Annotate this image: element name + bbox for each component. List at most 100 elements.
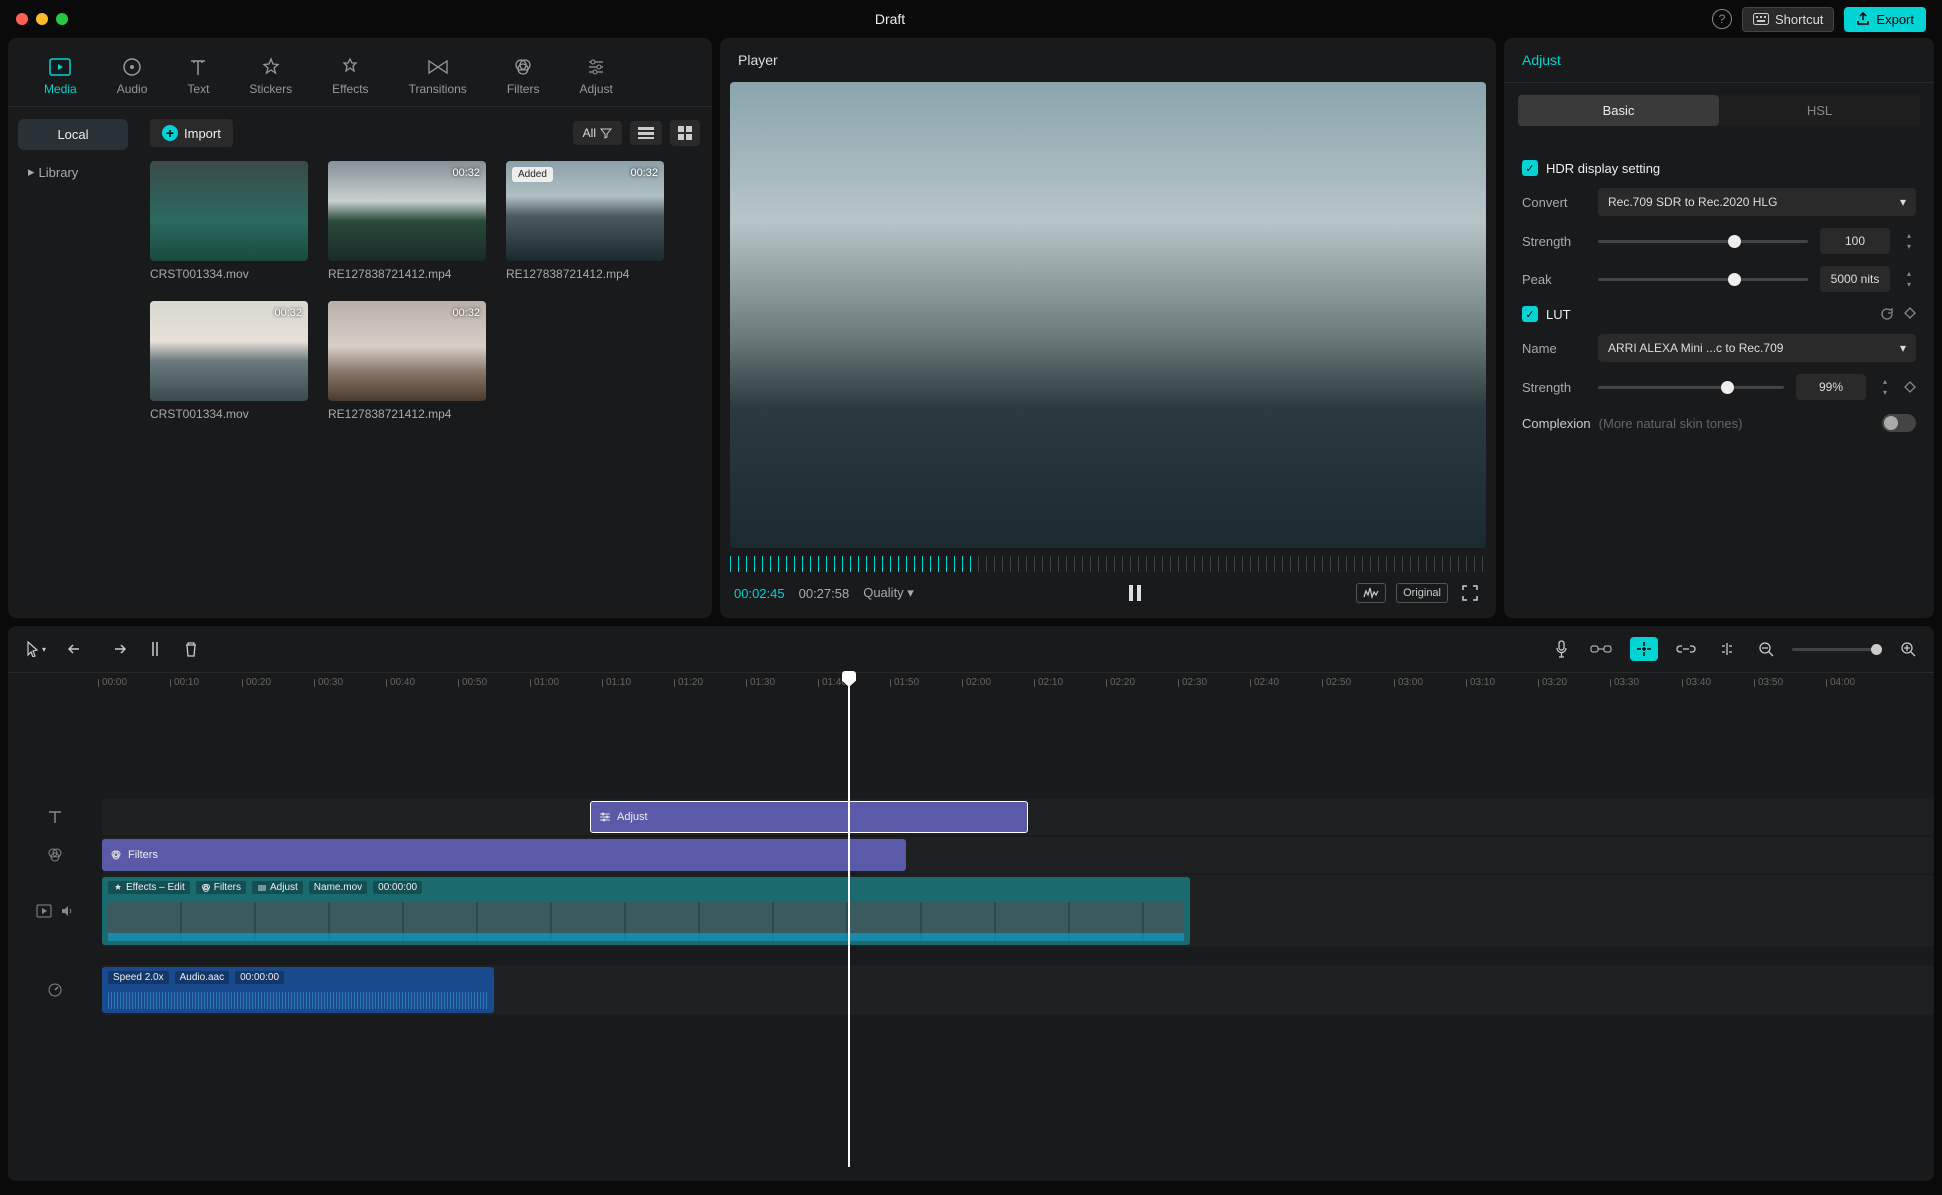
help-icon[interactable]: ? (1712, 9, 1732, 29)
shortcut-button[interactable]: Shortcut (1742, 7, 1834, 32)
filters-clip[interactable]: Filters (102, 839, 906, 871)
stepper-up[interactable]: ▴ (1902, 231, 1916, 241)
tab-media-label: Media (44, 82, 77, 96)
stepper-down[interactable]: ▾ (1902, 242, 1916, 252)
filter-all[interactable]: All (573, 121, 622, 145)
stepper-up[interactable]: ▴ (1878, 377, 1892, 387)
quality-menu[interactable]: Quality ▾ (863, 585, 914, 601)
hdr-checkbox[interactable]: ✓ (1522, 160, 1538, 176)
text-track-icon (47, 810, 63, 824)
lut-strength-value[interactable]: 99% (1796, 374, 1866, 400)
lut-strength-slider[interactable] (1598, 386, 1784, 389)
compare-original[interactable]: Original (1396, 583, 1448, 603)
fullscreen-button[interactable] (1458, 581, 1482, 605)
adjust-icon (585, 56, 607, 78)
stepper-down[interactable]: ▾ (1902, 280, 1916, 290)
adjust-clip[interactable]: Adjust (590, 801, 1028, 833)
filters-clip-icon (110, 849, 122, 861)
media-thumbnail[interactable] (150, 161, 308, 261)
peak-slider[interactable] (1598, 278, 1808, 281)
keyframe-icon[interactable] (1904, 307, 1916, 321)
adjust-tab-basic[interactable]: Basic (1518, 95, 1719, 126)
video-track-icon (36, 904, 52, 918)
maximize-window[interactable] (56, 13, 68, 25)
stepper-down[interactable]: ▾ (1878, 388, 1892, 398)
chevron-down-icon: ▾ (1900, 195, 1906, 209)
scopes-button[interactable] (1356, 583, 1386, 603)
player-scrubber[interactable] (730, 556, 1486, 572)
media-item[interactable]: 00:32 RE127838721412.mp4 (328, 301, 486, 421)
record-voiceover[interactable] (1551, 636, 1572, 662)
sidebar-local[interactable]: Local (18, 119, 128, 150)
playhead[interactable] (848, 673, 850, 1167)
ruler-tick: 01:00 (534, 677, 559, 688)
pause-button[interactable] (1122, 580, 1148, 606)
stepper-up[interactable]: ▴ (1902, 269, 1916, 279)
tab-text[interactable]: Text (167, 46, 229, 106)
zoom-out[interactable] (1754, 637, 1778, 661)
selection-tool[interactable]: ▾ (22, 637, 50, 661)
convert-select[interactable]: Rec.709 SDR to Rec.2020 HLG ▾ (1598, 188, 1916, 216)
sidebar-library[interactable]: ▸ Library (18, 156, 128, 188)
tab-stickers[interactable]: Stickers (229, 46, 312, 106)
ruler-tick: 01:30 (750, 677, 775, 688)
ruler-tick: 02:00 (966, 677, 991, 688)
player-viewport[interactable] (730, 82, 1486, 548)
minimize-window[interactable] (36, 13, 48, 25)
player-panel: Player 00:02:45 00:27:58 Quality ▾ Origi… (720, 38, 1496, 618)
import-button[interactable]: + Import (150, 119, 233, 147)
peak-value[interactable]: 5000 nits (1820, 266, 1890, 292)
tab-filters[interactable]: Filters (487, 46, 560, 106)
timeline-ruler[interactable]: 00:0000:1000:2000:3000:4000:5001:0001:10… (102, 673, 1934, 697)
tab-effects[interactable]: Effects (312, 46, 388, 106)
mute-track-icon[interactable] (60, 904, 74, 918)
tab-adjust[interactable]: Adjust (559, 46, 632, 106)
view-grid[interactable] (670, 120, 700, 146)
media-thumbnail[interactable]: 00:32 (150, 301, 308, 401)
linked-selection[interactable] (1672, 639, 1700, 659)
media-thumbnail[interactable]: 00:32 (328, 161, 486, 261)
link-toggle[interactable] (1586, 639, 1616, 659)
export-button[interactable]: Export (1844, 7, 1926, 32)
filter-track-icon (47, 847, 63, 863)
split-button[interactable] (144, 637, 166, 661)
tab-audio[interactable]: Audio (97, 46, 168, 106)
preview-axis[interactable] (1714, 638, 1740, 660)
audio-clip[interactable]: Speed 2.0x Audio.aac 00:00:00 (102, 967, 494, 1013)
close-window[interactable] (16, 13, 28, 25)
media-name: RE127838721412.mp4 (506, 267, 664, 281)
redo-button[interactable] (104, 638, 130, 660)
complexion-toggle[interactable] (1882, 414, 1916, 432)
media-item[interactable]: 00:32 CRST001334.mov (150, 301, 308, 421)
lut-checkbox[interactable]: ✓ (1522, 306, 1538, 322)
media-tabs: Media Audio Text Stickers Effects Transi… (8, 38, 712, 107)
tab-media[interactable]: Media (24, 46, 97, 106)
hdr-strength-slider[interactable] (1598, 240, 1808, 243)
hdr-strength-value[interactable]: 100 (1820, 228, 1890, 254)
media-thumbnail[interactable]: Added 00:32 (506, 161, 664, 261)
adjust-tab-hsl[interactable]: HSL (1719, 95, 1920, 126)
zoom-in[interactable] (1896, 637, 1920, 661)
snap-toggle[interactable] (1630, 637, 1658, 661)
media-item[interactable]: Added 00:32 RE127838721412.mp4 (506, 161, 664, 281)
transitions-icon (427, 56, 449, 78)
keyframe-icon[interactable] (1904, 381, 1916, 393)
media-item[interactable]: 00:32 RE127838721412.mp4 (328, 161, 486, 281)
reset-icon[interactable] (1880, 307, 1894, 321)
media-thumbnail[interactable]: 00:32 (328, 301, 486, 401)
ruler-tick: 03:40 (1686, 677, 1711, 688)
zoom-slider[interactable] (1792, 648, 1882, 651)
tab-transitions[interactable]: Transitions (389, 46, 487, 106)
undo-button[interactable] (64, 638, 90, 660)
export-label: Export (1876, 12, 1914, 27)
media-item[interactable]: CRST001334.mov (150, 161, 308, 281)
lut-select[interactable]: ARRI ALEXA Mini ...c to Rec.709 ▾ (1598, 334, 1916, 362)
text-icon (187, 56, 209, 78)
video-clip[interactable]: Effects – Edit Filters Adjust Name.mov 0… (102, 877, 1190, 945)
view-list[interactable] (630, 121, 662, 145)
media-name: CRST001334.mov (150, 407, 308, 421)
video-adjust-tag: Adjust (270, 882, 298, 893)
effects-icon (339, 56, 361, 78)
media-name: RE127838721412.mp4 (328, 267, 486, 281)
delete-button[interactable] (180, 637, 202, 661)
